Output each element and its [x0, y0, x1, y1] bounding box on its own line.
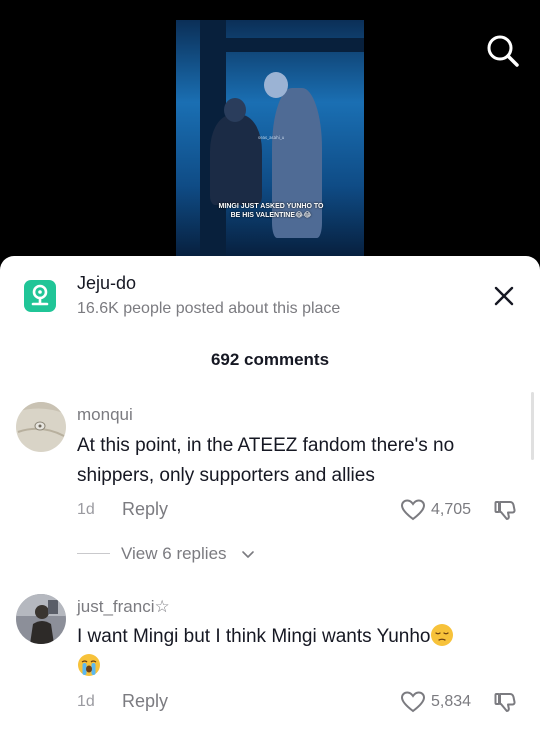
figure-left	[210, 115, 262, 205]
place-icon-box	[24, 280, 56, 312]
reply-button[interactable]: Reply	[122, 691, 168, 712]
heart-icon[interactable]	[400, 690, 426, 714]
comment-username[interactable]: just_franci☆	[77, 597, 170, 617]
place-subtitle: 16.6K people posted about this place	[77, 300, 341, 317]
scrollbar[interactable]	[531, 392, 534, 460]
avatar-image	[16, 594, 66, 644]
search-icon	[487, 35, 519, 67]
loudly-crying-face-emoji	[78, 654, 100, 676]
comment-text-body: I want Mingi but I think Mingi wants Yun…	[77, 626, 431, 647]
video-thumbnail[interactable]: seas_asahi_u MINGI JUST ASKED YUNHO TO B…	[176, 20, 364, 256]
place-name: Jeju-do	[77, 273, 137, 293]
view-replies-button[interactable]: View 6 replies	[77, 544, 277, 564]
location-pin-icon	[31, 284, 49, 306]
search-button[interactable]	[482, 30, 522, 70]
reply-button[interactable]: Reply	[122, 499, 168, 520]
comment-time: 1d	[77, 501, 95, 518]
comment-text: At this point, in the ATEEZ fandom there…	[77, 435, 455, 486]
close-icon	[494, 286, 514, 306]
chevron-down-icon	[242, 551, 254, 558]
stage-beam	[200, 38, 364, 52]
comment-text: I want Mingi but I think Mingi wants Yun…	[77, 622, 517, 682]
avatar-image	[16, 402, 66, 452]
dislike-icon[interactable]	[493, 690, 517, 714]
close-button[interactable]	[492, 284, 516, 308]
comment-time: 1d	[77, 693, 95, 710]
avatar[interactable]	[16, 402, 66, 452]
comments-sheet: Jeju-do 16.6K people posted about this p…	[0, 256, 540, 736]
video-caption: MINGI JUST ASKED YUNHO TO BE HIS VALENTI…	[216, 202, 326, 220]
dislike-icon[interactable]	[493, 498, 517, 522]
video-background[interactable]: seas_asahi_u MINGI JUST ASKED YUNHO TO B…	[0, 0, 540, 270]
place-banner[interactable]: Jeju-do 16.6K people posted about this p…	[0, 256, 540, 336]
figure-right-head	[264, 72, 288, 98]
like-count: 4,705	[431, 501, 472, 518]
pensive-face-emoji	[431, 624, 454, 646]
video-watermark: seas_asahi_u	[258, 135, 285, 140]
video-caption-emoji: 😂😂	[295, 212, 312, 219]
figure-left-head	[224, 98, 246, 122]
avatar[interactable]	[16, 594, 66, 644]
comment-username[interactable]: monqui	[77, 405, 133, 425]
like-count: 5,834	[431, 693, 472, 710]
view-replies-label: View 6 replies	[121, 544, 227, 563]
comments-count: 692 comments	[210, 350, 330, 369]
heart-icon[interactable]	[400, 498, 426, 522]
divider	[77, 553, 110, 554]
